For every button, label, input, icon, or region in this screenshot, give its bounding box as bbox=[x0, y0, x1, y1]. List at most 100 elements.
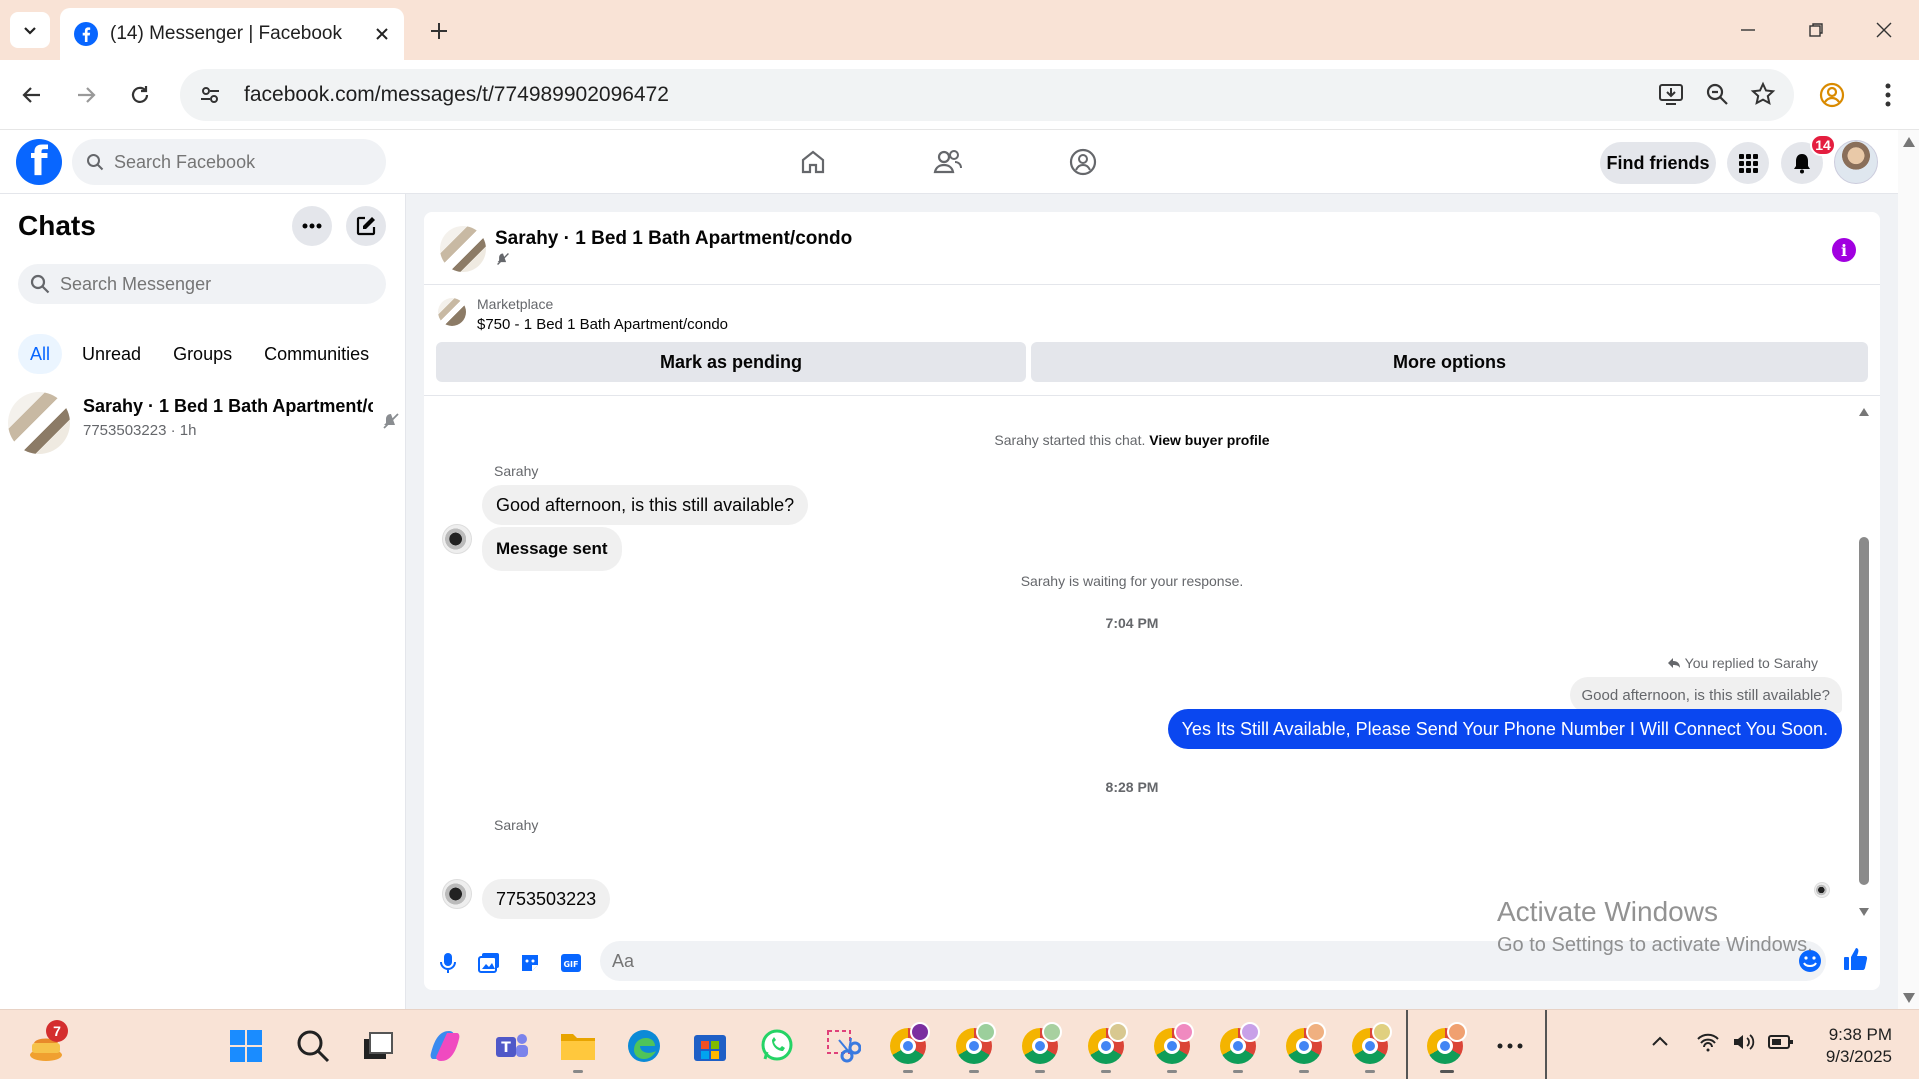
filter-all[interactable]: All bbox=[18, 334, 63, 374]
new-message-button[interactable] bbox=[346, 206, 386, 246]
active-indicator bbox=[1440, 1070, 1454, 1073]
widgets-badge: 7 bbox=[46, 1020, 68, 1042]
browser-tab[interactable]: (14) Messenger | Facebook bbox=[60, 8, 404, 60]
more-apps-button[interactable] bbox=[1490, 1026, 1530, 1066]
teams-button[interactable]: T bbox=[492, 1026, 532, 1066]
outgoing-message[interactable]: Yes Its Still Available, Please Send You… bbox=[1167, 709, 1842, 749]
scroll-up-icon[interactable] bbox=[1858, 407, 1870, 417]
facebook-search[interactable] bbox=[72, 139, 386, 185]
restore-button[interactable] bbox=[1796, 14, 1836, 46]
tab-search-button[interactable] bbox=[10, 12, 50, 48]
attach-photo-button[interactable] bbox=[475, 949, 503, 977]
battery-icon[interactable] bbox=[1768, 1032, 1794, 1052]
find-friends-button[interactable]: Find friends bbox=[1600, 142, 1716, 184]
chat-meta: 7753503223 · 1h bbox=[83, 422, 197, 439]
minimize-button[interactable] bbox=[1728, 14, 1768, 46]
thread-scrollbar[interactable] bbox=[1858, 407, 1870, 917]
messenger-search-input[interactable] bbox=[60, 273, 300, 295]
chrome-profile-3[interactable] bbox=[1020, 1022, 1062, 1066]
profile-button[interactable] bbox=[1814, 77, 1850, 113]
gif-button[interactable]: GIF bbox=[557, 949, 585, 977]
forward-button[interactable] bbox=[68, 77, 104, 113]
facebook-search-input[interactable] bbox=[114, 151, 354, 173]
bookmark-star-icon[interactable] bbox=[1750, 81, 1776, 107]
account-avatar[interactable] bbox=[1834, 140, 1878, 184]
reload-button[interactable] bbox=[122, 77, 158, 113]
scroll-down-icon[interactable] bbox=[1858, 907, 1870, 917]
close-tab-icon[interactable] bbox=[374, 26, 390, 42]
close-window-button[interactable] bbox=[1864, 14, 1904, 46]
chrome-profile-4[interactable] bbox=[1086, 1022, 1128, 1066]
search-button[interactable] bbox=[293, 1026, 333, 1066]
volume-icon[interactable] bbox=[1732, 1032, 1756, 1052]
address-bar[interactable]: facebook.com/messages/t/774989902096472 bbox=[180, 69, 1794, 121]
windows-taskbar: 7 T 9:38 PM 9/3/2025 bbox=[0, 1009, 1919, 1079]
scroll-up-icon[interactable] bbox=[1902, 136, 1916, 148]
back-button[interactable] bbox=[14, 77, 50, 113]
system-clock[interactable]: 9:38 PM 9/3/2025 bbox=[1800, 1024, 1892, 1068]
url-text[interactable]: facebook.com/messages/t/774989902096472 bbox=[244, 83, 669, 107]
mark-as-pending-button[interactable]: Mark as pending bbox=[436, 342, 1026, 382]
timestamp: 7:04 PM bbox=[1105, 615, 1159, 631]
install-app-icon[interactable] bbox=[1658, 81, 1684, 107]
file-explorer-button[interactable] bbox=[558, 1026, 598, 1066]
chat-options-button[interactable] bbox=[292, 206, 332, 246]
message-sent-card[interactable]: Message sent bbox=[482, 527, 622, 571]
chrome-profile-8[interactable] bbox=[1350, 1022, 1392, 1066]
nav-friends[interactable] bbox=[918, 142, 978, 182]
conversation-title[interactable]: Sarahy · 1 Bed 1 Bath Apartment/condo bbox=[495, 228, 852, 250]
search-icon bbox=[30, 274, 50, 294]
filter-groups[interactable]: Groups bbox=[161, 334, 244, 374]
start-button[interactable] bbox=[226, 1026, 266, 1066]
voice-clip-button[interactable] bbox=[434, 949, 462, 977]
account-circle-icon bbox=[1819, 82, 1845, 108]
browser-menu-button[interactable] bbox=[1870, 77, 1906, 113]
timestamp: 8:28 PM bbox=[1105, 779, 1159, 795]
edge-button[interactable] bbox=[624, 1026, 664, 1066]
view-buyer-profile-link[interactable]: View buyer profile bbox=[1149, 432, 1269, 448]
scroll-down-icon[interactable] bbox=[1902, 992, 1916, 1004]
site-info-button[interactable] bbox=[192, 77, 228, 113]
snipping-tool-button[interactable] bbox=[823, 1026, 863, 1066]
task-view-button[interactable] bbox=[358, 1026, 398, 1066]
conversation-avatar[interactable] bbox=[440, 226, 486, 272]
filter-communities[interactable]: Communities bbox=[252, 334, 381, 374]
conversation-info-icon[interactable]: i bbox=[1832, 238, 1856, 262]
zoom-icon[interactable] bbox=[1704, 81, 1730, 107]
chrome-profile-6[interactable] bbox=[1218, 1022, 1260, 1066]
messenger-search[interactable] bbox=[18, 264, 386, 304]
sender-name: Sarahy bbox=[494, 463, 539, 479]
chat-list-item[interactable]: Sarahy · 1 Bed 1 Bath Apartment/condo 77… bbox=[6, 390, 400, 456]
store-button[interactable] bbox=[690, 1026, 730, 1066]
like-button[interactable] bbox=[1842, 945, 1870, 973]
sender-avatar[interactable] bbox=[442, 524, 472, 554]
chrome-profile-active[interactable] bbox=[1425, 1022, 1467, 1066]
chrome-profile-1[interactable] bbox=[888, 1022, 930, 1066]
windows-logo-icon bbox=[230, 1030, 262, 1062]
filter-unread[interactable]: Unread bbox=[70, 334, 153, 374]
incoming-message[interactable]: 7753503223 bbox=[482, 879, 611, 919]
new-tab-button[interactable] bbox=[424, 16, 454, 46]
chevron-up-icon[interactable] bbox=[1650, 1032, 1670, 1052]
taskbar-group-divider bbox=[1406, 1010, 1408, 1079]
nav-home[interactable] bbox=[783, 142, 843, 182]
chevron-down-icon bbox=[24, 27, 36, 35]
chrome-profile-7[interactable] bbox=[1284, 1022, 1326, 1066]
sticker-button[interactable] bbox=[516, 949, 544, 977]
page-scrollbar[interactable] bbox=[1898, 130, 1919, 1009]
facebook-logo[interactable]: f bbox=[16, 139, 62, 185]
copilot-button[interactable] bbox=[425, 1026, 465, 1066]
chrome-profile-5[interactable] bbox=[1152, 1022, 1194, 1066]
whatsapp-button[interactable] bbox=[757, 1026, 797, 1066]
nav-groups[interactable] bbox=[1053, 142, 1113, 182]
search-icon bbox=[297, 1030, 330, 1063]
sender-avatar[interactable] bbox=[442, 879, 472, 909]
wifi-icon[interactable] bbox=[1696, 1032, 1720, 1052]
replied-message-quote[interactable]: Good afternoon, is this still available? bbox=[1569, 677, 1842, 713]
chrome-profile-2[interactable] bbox=[954, 1022, 996, 1066]
listing-title[interactable]: $750 - 1 Bed 1 Bath Apartment/condo bbox=[477, 316, 728, 333]
menu-button[interactable] bbox=[1727, 142, 1769, 184]
scrollbar-thumb[interactable] bbox=[1859, 537, 1869, 885]
incoming-message[interactable]: Good afternoon, is this still available? bbox=[482, 485, 809, 525]
more-options-button[interactable]: More options bbox=[1031, 342, 1868, 382]
